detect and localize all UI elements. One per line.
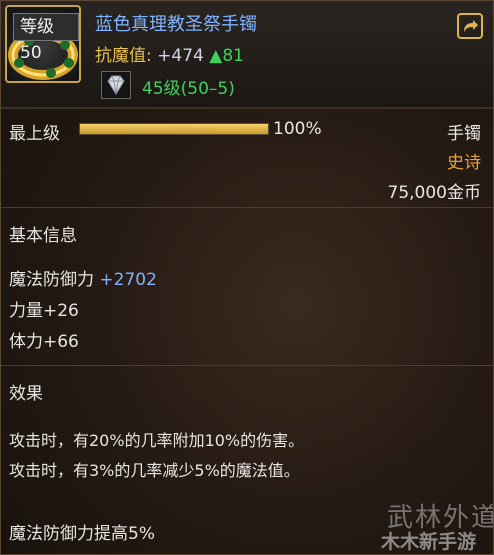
effect-line: 攻击时，有20%的几率附加10%的伤害。 (9, 431, 305, 450)
share-button[interactable] (457, 13, 483, 39)
effects-title: 效果 (9, 384, 43, 404)
stat-stamina: 体力+66 (9, 327, 79, 352)
share-export-icon (464, 20, 478, 32)
stat-label: 力量+26 (9, 301, 79, 321)
item-name: 蓝色真理教圣祭手镯 (95, 14, 257, 35)
header-divider (1, 107, 493, 109)
stat-label: 魔法防御力 (9, 270, 100, 290)
magic-resist-row: 抗魔值: +474 ▲81 (95, 41, 244, 66)
watermark: 武林外道 木木新手游 (381, 497, 493, 553)
basic-info-title: 基本信息 (9, 226, 77, 246)
level-badge: 等级50 (13, 13, 79, 63)
effect-extra: 魔法防御力提高5% (9, 524, 155, 544)
magic-resist-label: 抗魔值: (95, 46, 152, 66)
item-rarity: 史诗 (447, 153, 481, 173)
gem-slot[interactable] (101, 71, 131, 99)
stat-bonus: +2702 (99, 270, 157, 290)
stat-label: 体力+66 (9, 332, 79, 352)
section-divider (1, 365, 493, 366)
magic-resist-gain: ▲81 (209, 46, 244, 66)
quality-progress-fill (80, 124, 268, 134)
effect-line: 攻击时，有3%的几率减少5%的魔法值。 (9, 461, 300, 480)
stat-strength: 力量+26 (9, 296, 79, 321)
diamond-gem-icon (107, 75, 125, 95)
section-divider (1, 207, 493, 208)
magic-resist-value: +474 (157, 46, 204, 66)
quality-label: 最上级 (9, 124, 60, 144)
item-slot: 手镯 (447, 124, 481, 144)
quality-progress-bar (79, 123, 269, 135)
item-tooltip-panel: 等级50 蓝色真理教圣祭手镯 抗魔值: +474 ▲81 45级(50–5) 最… (0, 0, 494, 555)
quality-percent: 100% (273, 119, 322, 139)
item-icon-frame[interactable]: 等级50 (5, 5, 81, 83)
item-price: 75,000金币 (387, 183, 481, 203)
watermark-line2: 木木新手游 (381, 531, 477, 553)
item-header: 等级50 蓝色真理教圣祭手镯 抗魔值: +474 ▲81 45级(50–5) (1, 1, 493, 107)
gem-level-text: 45级(50–5) (142, 79, 235, 99)
stat-magic-defense: 魔法防御力 +2702 (9, 265, 157, 290)
